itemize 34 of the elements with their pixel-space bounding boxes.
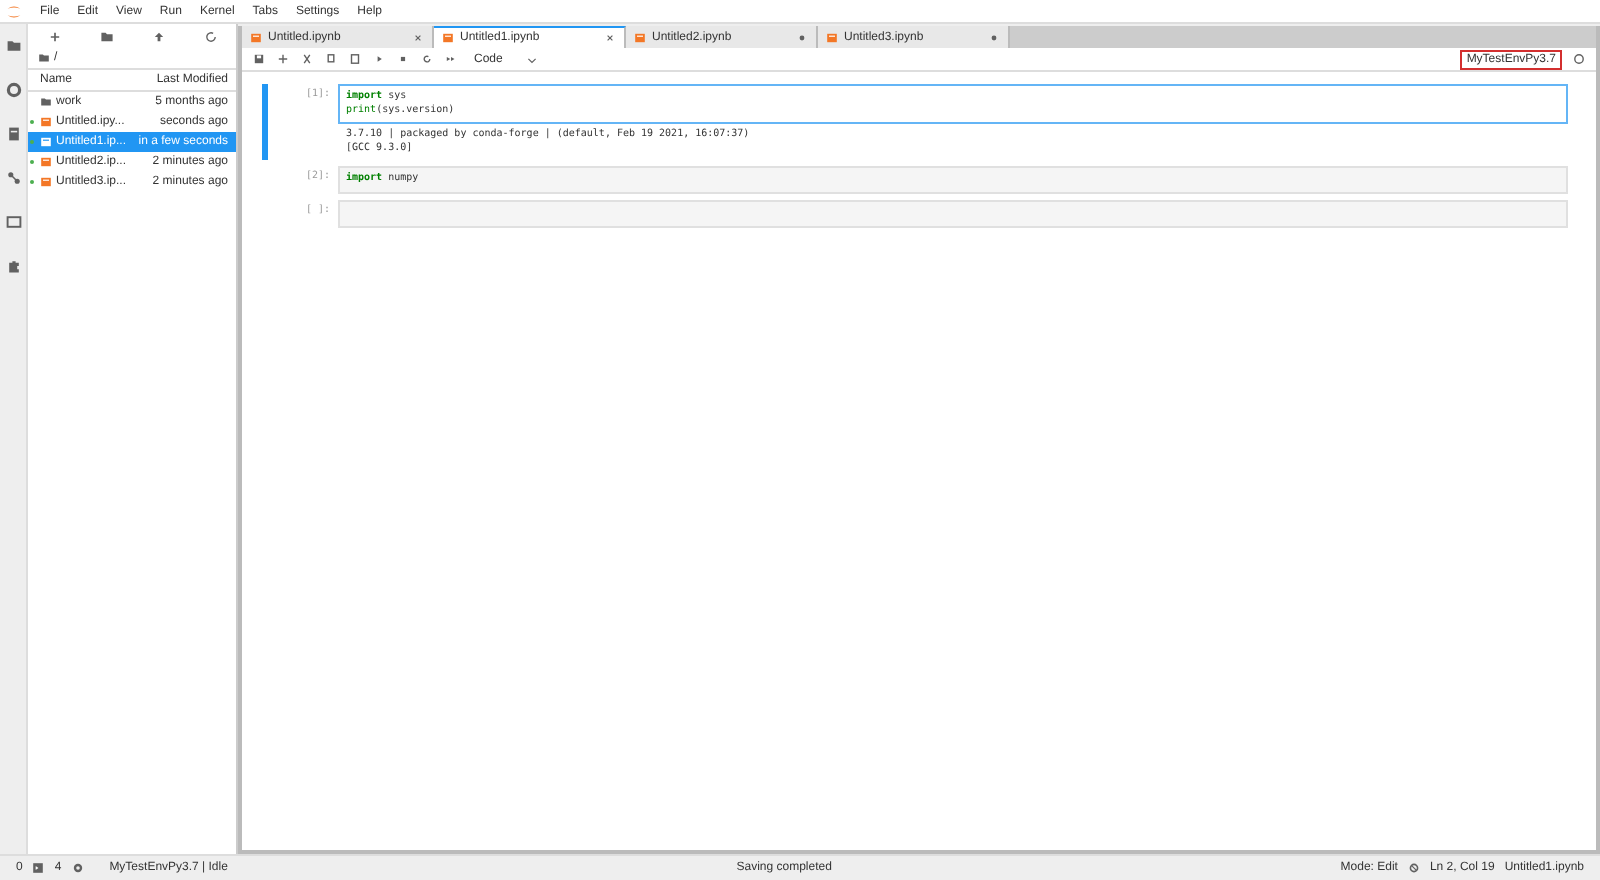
run-icon[interactable] — [372, 52, 386, 66]
new-folder-icon[interactable] — [99, 29, 113, 43]
upload-icon[interactable] — [151, 29, 165, 43]
folder-icon — [38, 52, 50, 64]
close-icon[interactable] — [604, 32, 616, 44]
unsaved-dot-icon[interactable] — [988, 31, 1000, 43]
notebook-icon — [40, 116, 52, 128]
restart-icon[interactable] — [420, 52, 434, 66]
extension-icon[interactable] — [5, 258, 21, 274]
fast-forward-icon[interactable] — [444, 52, 458, 66]
active-output-marker — [262, 124, 268, 160]
folder-icon[interactable] — [5, 38, 21, 54]
unsaved-dot-icon[interactable] — [796, 31, 808, 43]
save-icon[interactable] — [252, 52, 266, 66]
bug-icon[interactable] — [1407, 862, 1420, 874]
terminal-icon[interactable] — [32, 862, 45, 874]
caret-icon — [526, 53, 539, 65]
copy-icon[interactable] — [324, 52, 338, 66]
notebook-icon — [40, 156, 52, 168]
plus-icon[interactable] — [276, 52, 290, 66]
close-icon[interactable] — [412, 31, 424, 43]
kernel-status-icon — [1572, 52, 1586, 66]
notebook-icon — [442, 32, 454, 44]
notebook-icon — [250, 31, 262, 43]
plus-icon[interactable] — [47, 29, 61, 43]
notebook-icon — [826, 31, 838, 43]
paste-icon[interactable] — [348, 52, 362, 66]
cut-icon[interactable] — [300, 52, 314, 66]
tabs-icon[interactable] — [5, 214, 21, 230]
folder-icon — [40, 96, 52, 108]
notebook-icon — [634, 31, 646, 43]
refresh-icon[interactable] — [203, 29, 217, 43]
notebook-icon — [40, 136, 52, 148]
notebook-icon — [40, 176, 52, 188]
